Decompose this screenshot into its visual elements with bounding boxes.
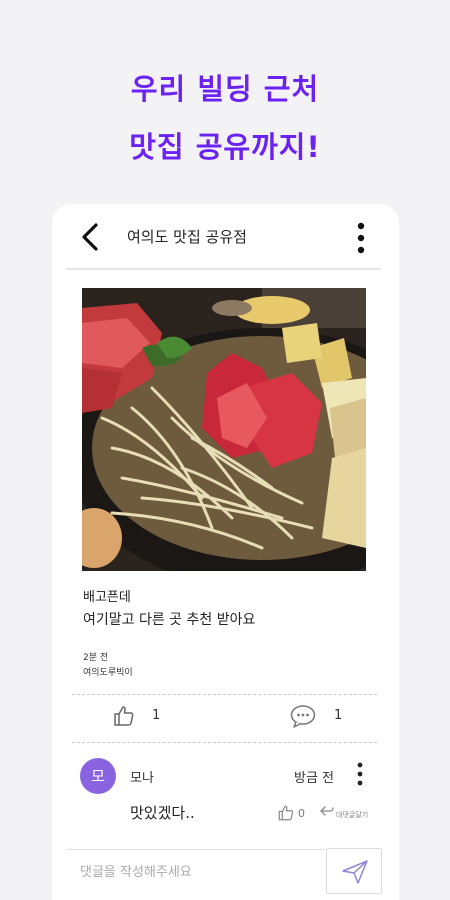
comment-input-box [66, 849, 325, 894]
comment-author: 모나 [130, 771, 154, 786]
divider-bottom [72, 742, 377, 743]
send-icon [342, 860, 368, 884]
back-arrow-icon[interactable] [78, 222, 102, 252]
post-photo[interactable] [82, 288, 366, 571]
comment-text: 맛있겠다.. [130, 804, 195, 822]
comment-thumbs-up-icon[interactable] [277, 804, 295, 822]
post-actions: 1 1 [52, 704, 399, 730]
food-image [82, 288, 366, 571]
more-options-icon[interactable] [357, 222, 365, 254]
header-divider [66, 268, 381, 270]
avatar[interactable]: 모 [80, 758, 116, 794]
send-button[interactable] [326, 848, 382, 894]
thumbs-up-icon[interactable] [112, 704, 136, 728]
promo-line-2: 맛집 공유까지! [129, 130, 321, 164]
app-screen: 여의도 맛집 공유점 배고픈데 여기말고 다른 곳 추천 받아요 2분 전 여의… [52, 204, 399, 900]
comment-like-count: 0 [298, 807, 305, 820]
comment-more-icon[interactable] [357, 762, 363, 786]
post-author: 여의도루빅이 [83, 668, 133, 678]
reply-button[interactable]: 대댓글달기 [336, 810, 368, 820]
comment-input[interactable] [66, 850, 325, 894]
reply-arrow-icon[interactable] [320, 806, 334, 818]
comment-time: 방금 전 [294, 771, 335, 786]
promo-line-1: 우리 빌딩 근처 [130, 72, 320, 106]
post-title: 배고픈데 [83, 590, 131, 605]
comment-count: 1 [334, 708, 343, 723]
app-header: 여의도 맛집 공유점 [52, 204, 399, 268]
divider-top [72, 694, 377, 695]
page-title: 여의도 맛집 공유점 [127, 228, 247, 246]
post-time: 2분 전 [83, 653, 109, 663]
post-body: 여기말고 다른 곳 추천 받아요 [83, 612, 256, 628]
promo-banner: 우리 빌딩 근처 맛집 공유까지! [0, 60, 450, 176]
comment-bubble-icon[interactable] [290, 704, 316, 728]
like-count: 1 [152, 708, 161, 723]
